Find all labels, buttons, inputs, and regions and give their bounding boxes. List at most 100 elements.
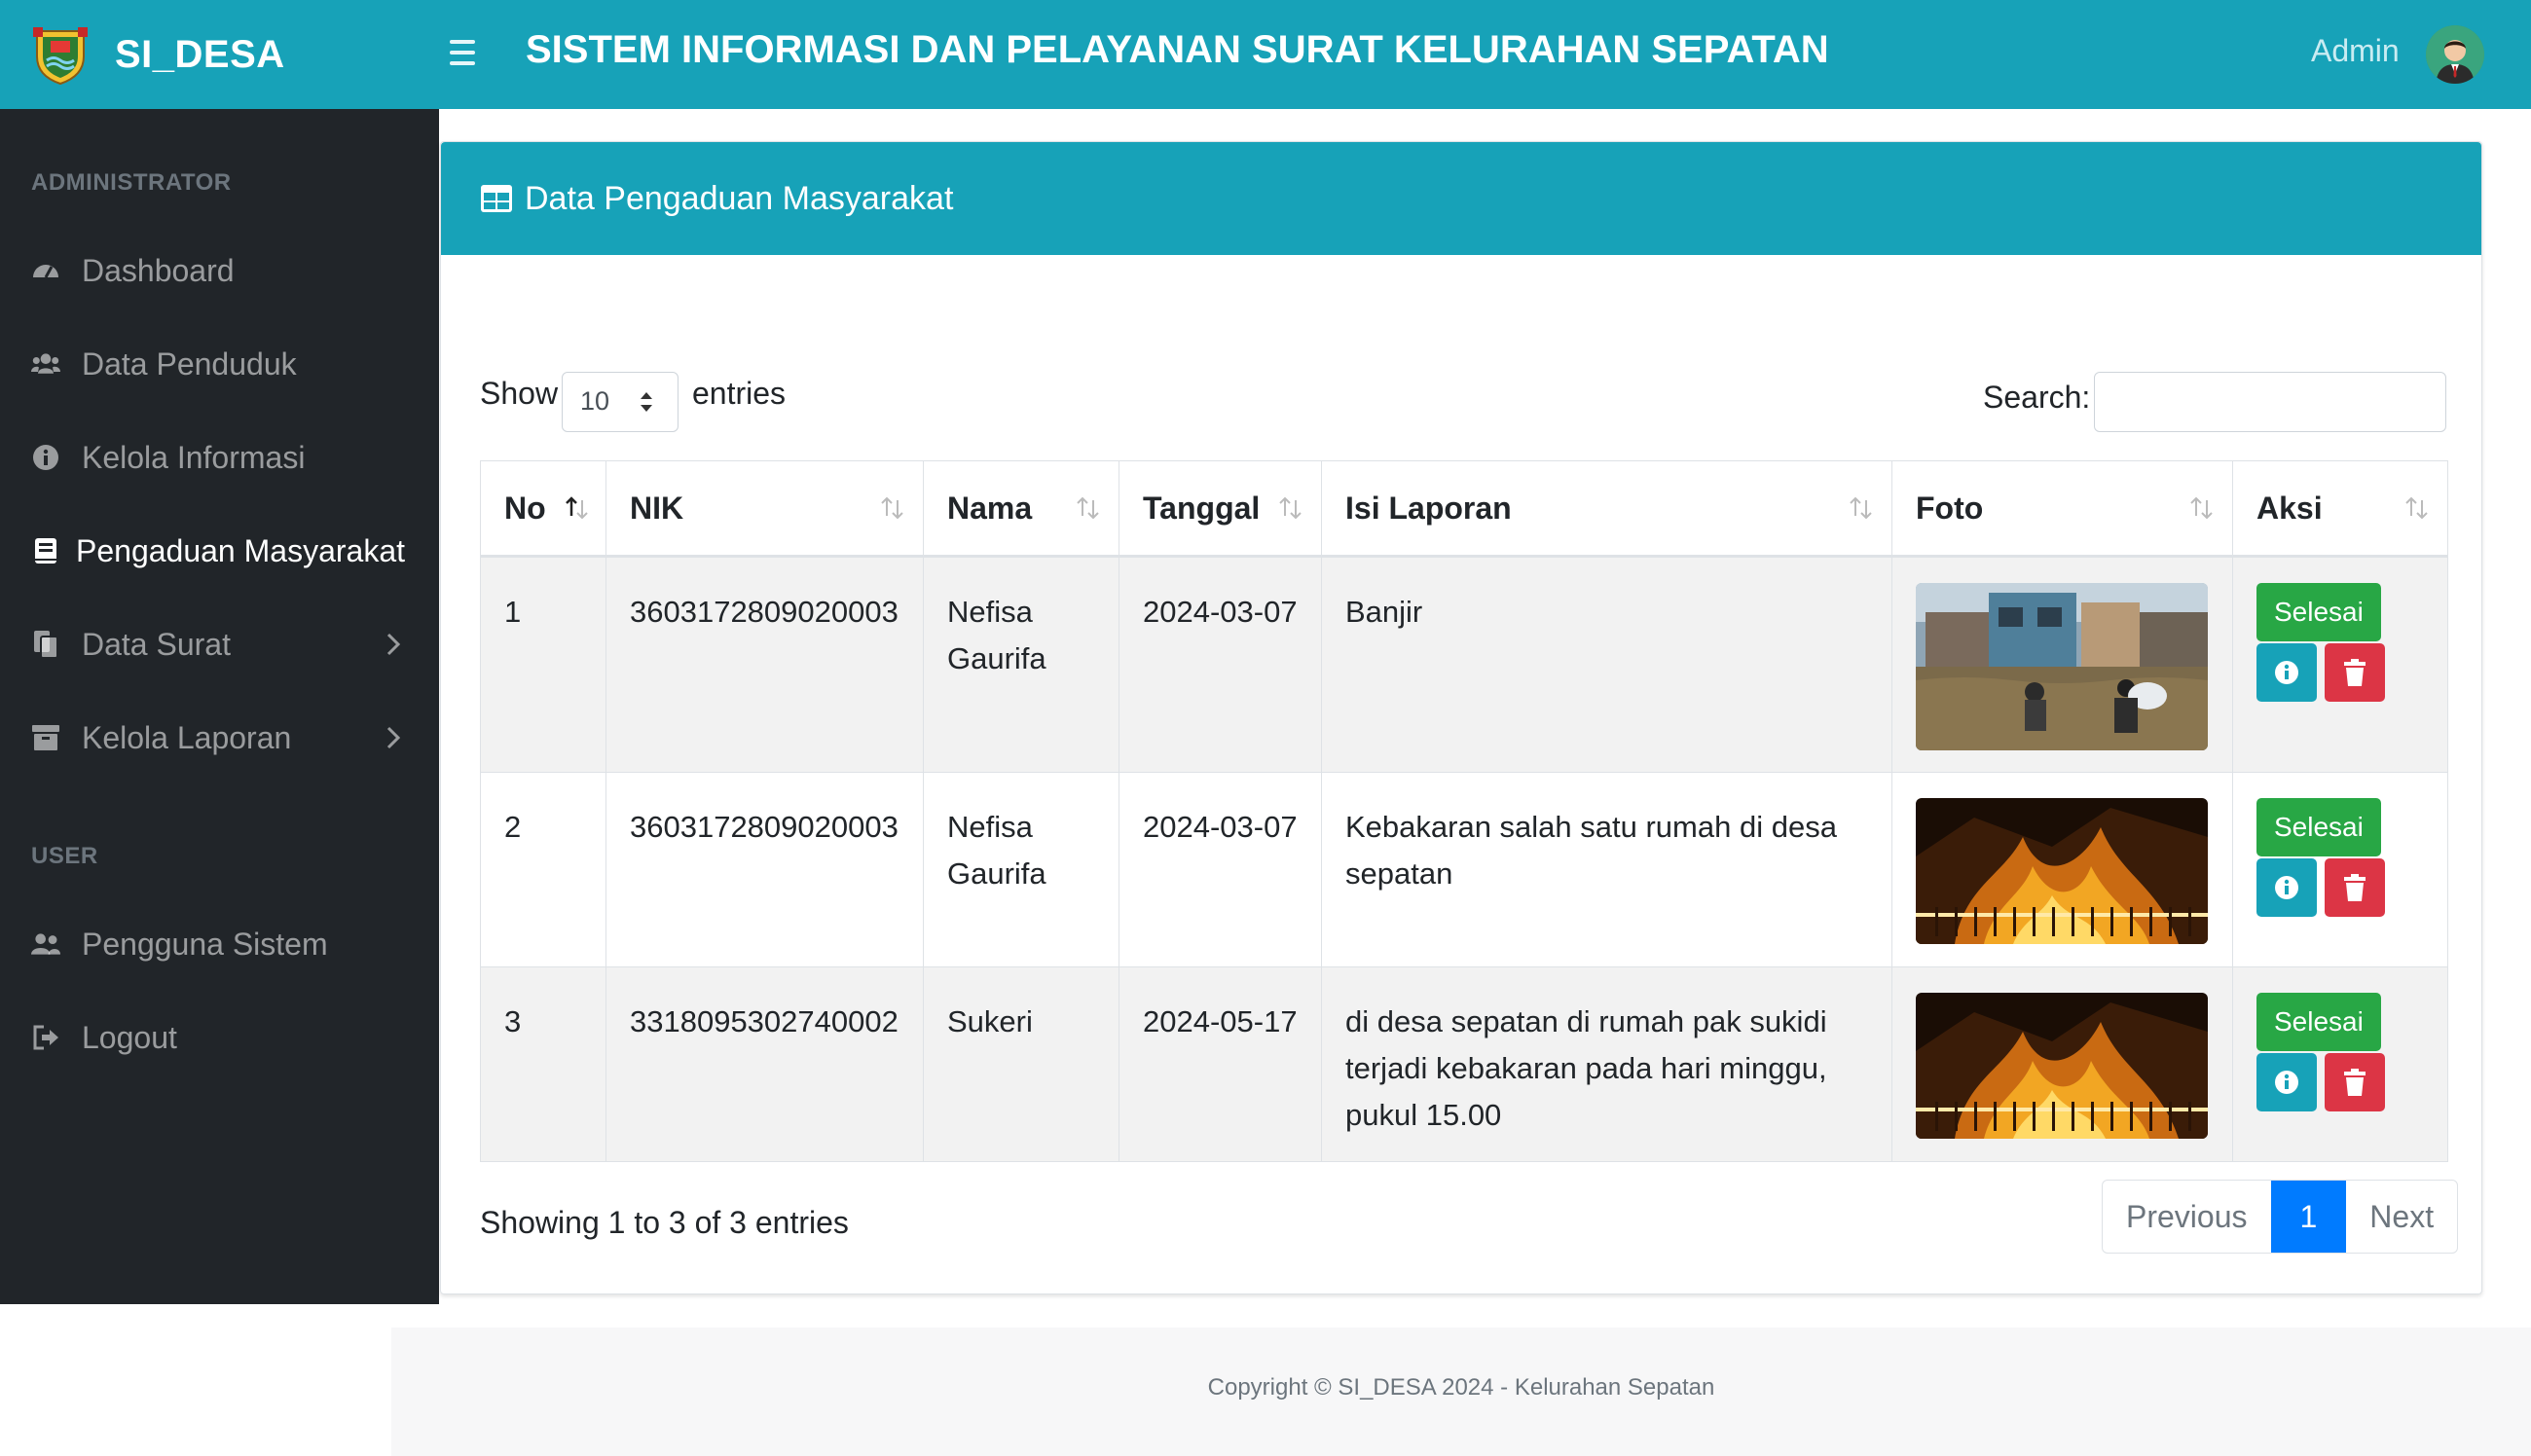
table-header-row: No NIK Nama Tanggal Isi Laporan Foto Aks…: [480, 460, 2448, 558]
table-icon: [481, 185, 512, 212]
detail-button[interactable]: [2256, 1053, 2317, 1111]
top-navbar: SI_DESA SISTEM INFORMASI DAN PELAYANAN S…: [0, 0, 2531, 109]
cell-isi-laporan: di desa sepatan di rumah pak sukidi terj…: [1321, 966, 1892, 1162]
logout-icon: [31, 1023, 60, 1052]
column-header-tanggal[interactable]: Tanggal: [1119, 460, 1322, 558]
fire-photo[interactable]: [1916, 993, 2208, 1139]
users-icon: [31, 349, 60, 379]
column-header-isi-laporan[interactable]: Isi Laporan: [1321, 460, 1892, 558]
previous-button[interactable]: Previous: [2103, 1181, 2270, 1253]
show-label: Show: [480, 376, 559, 411]
users-icon: [31, 929, 60, 959]
cell-tanggal: 2024-03-07: [1119, 772, 1322, 967]
selesai-button[interactable]: Selesai: [2256, 798, 2381, 856]
table-row: 1 3603172809020003 Nefisa Gaurifa 2024-0…: [480, 556, 2448, 773]
trash-icon: [2344, 1069, 2366, 1096]
delete-button[interactable]: [2325, 858, 2385, 917]
cell-nama: Sukeri: [923, 966, 1119, 1162]
cell-no: 1: [480, 556, 606, 773]
cell-aksi: Selesai: [2232, 772, 2448, 967]
sidebar-item-label: Pengguna Sistem: [82, 926, 328, 962]
sort-updown-icon: [641, 392, 652, 412]
sort-icon: [1850, 496, 1872, 520]
sidebar-item-logout[interactable]: Logout: [0, 999, 439, 1076]
sort-icon: [2405, 496, 2428, 520]
column-header-foto[interactable]: Foto: [1891, 460, 2233, 558]
fire-photo[interactable]: [1916, 798, 2208, 944]
cell-isi-laporan: Kebakaran salah satu rumah di desa sepat…: [1321, 772, 1892, 967]
cell-tanggal: 2024-05-17: [1119, 966, 1322, 1162]
sidebar-item-label: Kelola Informasi: [82, 439, 306, 475]
selesai-button[interactable]: Selesai: [2256, 993, 2381, 1051]
sidebar-item-label: Kelola Laporan: [82, 719, 292, 755]
sidebar-item-data-surat[interactable]: Data Surat: [0, 605, 439, 683]
cell-foto: [1891, 556, 2233, 773]
page-length-select[interactable]: 10: [562, 372, 679, 432]
app-title: SISTEM INFORMASI DAN PELAYANAN SURAT KEL…: [526, 28, 1829, 71]
sidebar-item-kelola-laporan[interactable]: Kelola Laporan: [0, 699, 439, 777]
sort-icon: [881, 496, 903, 520]
cell-aksi: Selesai: [2232, 966, 2448, 1162]
sidebar: ADMINISTRATOR Dashboard Data Penduduk Ke…: [0, 109, 439, 1304]
delete-button[interactable]: [2325, 1053, 2385, 1111]
complaints-card: Data Pengaduan Masyarakat Show 10 entrie…: [440, 141, 2482, 1294]
detail-button[interactable]: [2256, 643, 2317, 702]
detail-button[interactable]: [2256, 858, 2317, 917]
info-icon: [2275, 661, 2298, 684]
avatar[interactable]: [2426, 25, 2484, 84]
sidebar-heading-user: USER: [31, 843, 98, 869]
sidebar-item-label: Pengaduan Masyarakat: [76, 532, 405, 568]
sort-asc-icon: [566, 496, 588, 520]
footer: Copyright © SI_DESA 2024 - Kelurahan Sep…: [391, 1328, 2531, 1456]
next-button[interactable]: Next: [2346, 1181, 2457, 1253]
table-info: Showing 1 to 3 of 3 entries: [480, 1205, 849, 1240]
flood-photo[interactable]: [1916, 583, 2208, 750]
user-name[interactable]: Admin: [2311, 29, 2400, 72]
column-header-aksi[interactable]: Aksi: [2232, 460, 2448, 558]
sidebar-item-data-penduduk[interactable]: Data Penduduk: [0, 325, 439, 403]
info-icon: [31, 443, 60, 472]
pagination: Previous 1 Next: [2102, 1180, 2459, 1254]
cell-foto: [1891, 966, 2233, 1162]
brand[interactable]: SI_DESA: [29, 19, 285, 90]
cell-foto: [1891, 772, 2233, 967]
sidebar-item-dashboard[interactable]: Dashboard: [0, 232, 439, 309]
table-row: 3 3318095302740002 Sukeri 2024-05-17 di …: [480, 966, 2448, 1162]
page-length-value: 10: [580, 386, 610, 416]
user-avatar-icon: [2426, 25, 2484, 84]
menu-toggle-button[interactable]: [450, 31, 487, 74]
sidebar-item-label: Logout: [82, 1019, 177, 1055]
sort-icon: [1077, 496, 1099, 520]
sidebar-item-kelola-informasi[interactable]: Kelola Informasi: [0, 419, 439, 496]
cell-aksi: Selesai: [2232, 556, 2448, 773]
brand-name: SI_DESA: [115, 32, 285, 76]
sidebar-item-pengguna-sistem[interactable]: Pengguna Sistem: [0, 905, 439, 983]
table-row: 2 3603172809020003 Nefisa Gaurifa 2024-0…: [480, 772, 2448, 967]
info-icon: [2275, 876, 2298, 899]
cell-nama: Nefisa Gaurifa: [923, 772, 1119, 967]
book-icon: [31, 536, 60, 565]
sidebar-item-pengaduan-masyarakat[interactable]: Pengaduan Masyarakat: [0, 512, 439, 590]
cell-nama: Nefisa Gaurifa: [923, 556, 1119, 773]
cell-no: 2: [480, 772, 606, 967]
cell-no: 3: [480, 966, 606, 1162]
complaints-table: No NIK Nama Tanggal Isi Laporan Foto Aks…: [480, 460, 2448, 1162]
cell-nik: 3603172809020003: [605, 556, 924, 773]
trash-icon: [2344, 659, 2366, 686]
column-header-nik[interactable]: NIK: [605, 460, 924, 558]
column-header-nama[interactable]: Nama: [923, 460, 1119, 558]
page-1-button[interactable]: 1: [2270, 1181, 2347, 1253]
search-input[interactable]: [2094, 372, 2446, 432]
cell-isi-laporan: Banjir: [1321, 556, 1892, 773]
sidebar-item-label: Dashboard: [82, 252, 235, 288]
sort-icon: [1279, 496, 1302, 520]
chevron-right-icon: [386, 633, 401, 656]
copyright-text: Copyright © SI_DESA 2024 - Kelurahan Sep…: [1207, 1374, 1715, 1401]
column-header-no[interactable]: No: [480, 460, 606, 558]
delete-button[interactable]: [2325, 643, 2385, 702]
cell-nik: 3318095302740002: [605, 966, 924, 1162]
sort-icon: [2190, 496, 2213, 520]
archive-icon: [31, 723, 60, 752]
selesai-button[interactable]: Selesai: [2256, 583, 2381, 641]
cell-nik: 3603172809020003: [605, 772, 924, 967]
